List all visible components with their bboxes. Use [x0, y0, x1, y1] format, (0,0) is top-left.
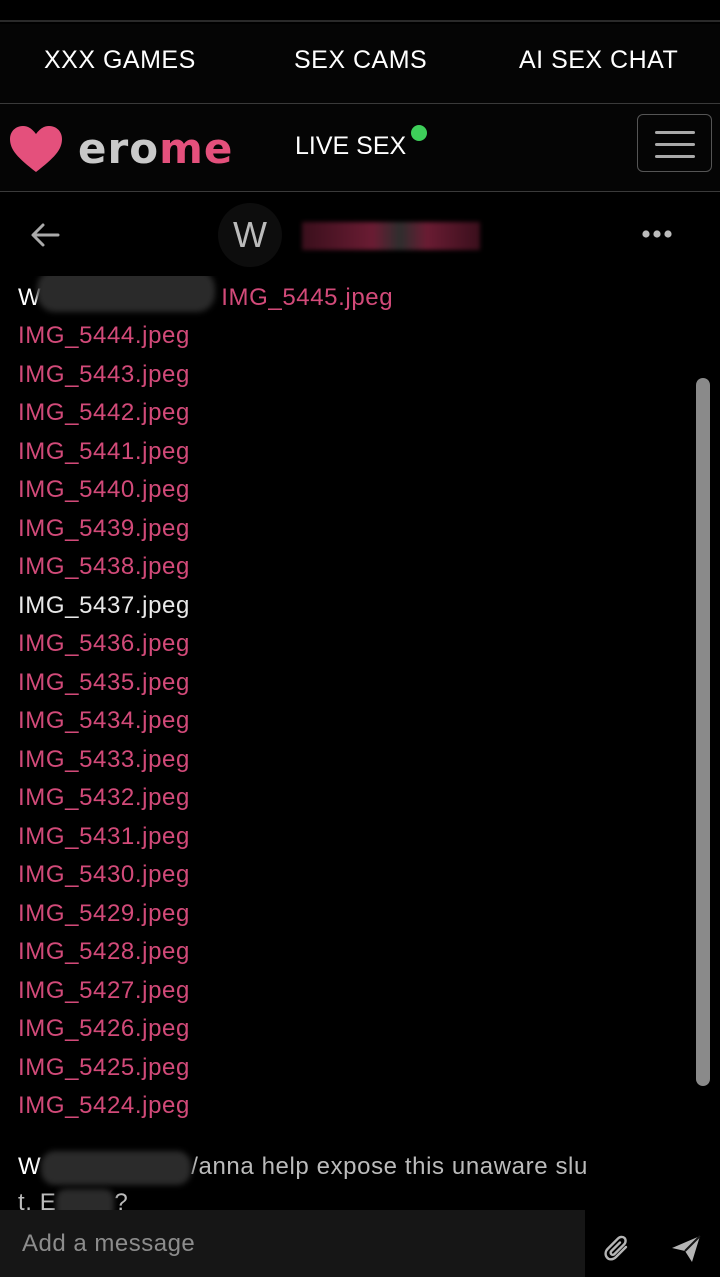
site-header: erome LIVE SEX: [0, 104, 720, 192]
menu-bar-icon: [655, 155, 695, 158]
menu-bar-icon: [655, 143, 695, 146]
redacted-text: [56, 1188, 115, 1210]
file-link[interactable]: IMG_5429.jpeg: [18, 900, 190, 928]
logo-wordmark: erome: [78, 124, 233, 173]
file-link[interactable]: IMG_5432.jpeg: [18, 784, 190, 812]
file-link[interactable]: IMG_5442.jpeg: [18, 399, 190, 427]
promo-link-ai-sex-chat[interactable]: AI SEX CHAT: [519, 46, 678, 75]
file-link[interactable]: IMG_5436.jpeg: [18, 630, 190, 658]
promo-link-sex-cams[interactable]: SEX CAMS: [294, 46, 427, 75]
live-status-dot: [411, 125, 427, 141]
file-link[interactable]: IMG_5426.jpeg: [18, 1015, 190, 1043]
file-link[interactable]: IMG_5431.jpeg: [18, 823, 190, 851]
avatar[interactable]: W: [218, 203, 282, 267]
logo-text-ero: ero: [78, 124, 160, 173]
file-link-visited[interactable]: IMG_5437.jpeg: [18, 592, 190, 620]
redacted-sender-name: [37, 276, 216, 312]
message-text: ?: [114, 1189, 129, 1210]
file-link[interactable]: IMG_5444.jpeg: [18, 322, 190, 350]
message-text: t. E: [18, 1189, 57, 1210]
message-composer: [0, 1210, 720, 1277]
file-link[interactable]: IMG_5445.jpeg: [221, 284, 393, 311]
promo-nav: XXX GAMES SEX CAMS AI SEX CHAT: [0, 24, 720, 104]
chat-header: W: [0, 192, 720, 276]
file-link[interactable]: IMG_5430.jpeg: [18, 861, 190, 889]
logo[interactable]: erome: [8, 122, 258, 178]
file-link[interactable]: IMG_5425.jpeg: [18, 1054, 190, 1082]
promo-link-xxx-games[interactable]: XXX GAMES: [44, 46, 196, 75]
file-link[interactable]: IMG_5427.jpeg: [18, 977, 190, 1005]
menu-bar-icon: [655, 131, 695, 134]
file-link[interactable]: IMG_5435.jpeg: [18, 669, 190, 697]
message-1-first-line: W IMG_5445.jpeg: [18, 276, 393, 312]
sender-name: W: [18, 1153, 42, 1180]
hamburger-menu-button[interactable]: [637, 114, 712, 172]
redacted-sender-name: [41, 1150, 192, 1185]
file-link[interactable]: IMG_5424.jpeg: [18, 1092, 190, 1120]
file-link[interactable]: IMG_5433.jpeg: [18, 746, 190, 774]
file-link[interactable]: IMG_5434.jpeg: [18, 707, 190, 735]
top-edge: [0, 0, 720, 22]
file-link[interactable]: IMG_5438.jpeg: [18, 553, 190, 581]
message-list[interactable]: W IMG_5445.jpeg IMG_5444.jpeg IMG_5443.jp…: [0, 276, 720, 1210]
file-link[interactable]: IMG_5441.jpeg: [18, 438, 190, 466]
send-icon[interactable]: [670, 1234, 702, 1264]
paperclip-icon[interactable]: [604, 1234, 632, 1264]
file-link[interactable]: IMG_5443.jpeg: [18, 361, 190, 389]
message-2: W/anna help expose this unaware slu t. E…: [18, 1149, 698, 1210]
logo-text-me: me: [159, 124, 234, 173]
back-arrow-icon[interactable]: [28, 218, 62, 252]
file-link[interactable]: IMG_5428.jpeg: [18, 938, 190, 966]
file-link[interactable]: IMG_5439.jpeg: [18, 515, 190, 543]
heart-logo-icon: [10, 126, 62, 172]
more-options-icon[interactable]: [640, 228, 674, 240]
redacted-username: [302, 222, 480, 250]
message-text: /anna help expose this unaware slu: [191, 1153, 588, 1180]
file-link[interactable]: IMG_5440.jpeg: [18, 476, 190, 504]
scrollbar-thumb[interactable]: [696, 378, 710, 1086]
live-sex-link[interactable]: LIVE SEX: [295, 132, 406, 161]
message-input[interactable]: [0, 1210, 585, 1277]
